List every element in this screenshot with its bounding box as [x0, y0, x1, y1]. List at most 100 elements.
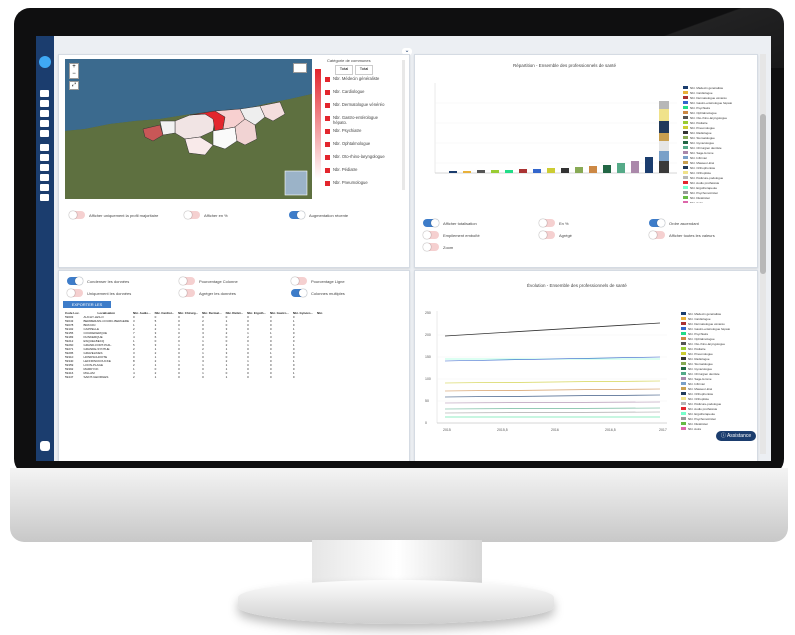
- majority-toggle[interactable]: [69, 211, 85, 219]
- sidebar-user-icon[interactable]: [40, 194, 49, 201]
- legend-label: Nbr. Psychomotricien: [688, 416, 717, 421]
- percent-toggle[interactable]: [184, 211, 200, 219]
- legend-label: Nbr. Pédicure-podologue: [688, 401, 722, 406]
- legend-swatch: [683, 166, 688, 169]
- layers-icon[interactable]: [293, 63, 307, 73]
- checkbox-icon[interactable]: [325, 129, 330, 134]
- table-opt-toggle-4[interactable]: [67, 289, 83, 297]
- table-panel: Condenser les données Uniquement les don…: [58, 270, 410, 461]
- monitor-stand-base: [238, 580, 554, 624]
- sidebar-globe-icon[interactable]: [40, 130, 49, 137]
- x-tick-label: 2016: [551, 428, 559, 432]
- col-b-button[interactable]: Total: [355, 65, 373, 75]
- y-tick-label: 0: [425, 421, 427, 425]
- zoom-controls[interactable]: + −: [69, 63, 79, 79]
- legend-swatch: [683, 201, 688, 203]
- category-label: Nbr. Oto-rhino-laryngologue: [333, 154, 385, 159]
- bar-opt-toggle-5[interactable]: [539, 231, 555, 239]
- chat-icon[interactable]: [40, 441, 50, 451]
- legend-swatch: [681, 312, 686, 315]
- table-opt-toggle-1[interactable]: [67, 277, 83, 285]
- checkbox-icon[interactable]: [325, 90, 330, 95]
- bar-opt-label-2: En %: [559, 221, 569, 226]
- sidebar-table-icon[interactable]: [40, 154, 49, 161]
- column-header[interactable]: Nbr.: [315, 311, 325, 315]
- export-data-button[interactable]: EXPORTER LES DONNÉES: [63, 301, 111, 314]
- legend-label: Nbr. Pédiatre: [688, 346, 706, 351]
- legend-label: Nbr. Pneumologue: [690, 125, 715, 130]
- legend-swatch: [681, 392, 686, 395]
- col-a-button[interactable]: Total: [335, 65, 353, 75]
- sidebar-list-icon[interactable]: [40, 174, 49, 181]
- page-scrollbar[interactable]: [760, 54, 766, 454]
- category-item[interactable]: Nbr. Pneumologue: [325, 180, 385, 194]
- legend-swatch: [683, 196, 688, 199]
- bar-opt-toggle-1[interactable]: [423, 219, 439, 227]
- checkbox-icon[interactable]: [325, 103, 330, 108]
- sidebar-grid-icon[interactable]: [40, 100, 49, 107]
- table-opt-toggle-6[interactable]: [291, 289, 307, 297]
- bar-opt-toggle-3[interactable]: [649, 219, 665, 227]
- legend-swatch: [683, 101, 688, 104]
- assistance-button[interactable]: ⓘ Assistance: [716, 431, 756, 441]
- table-cell: 0: [202, 375, 204, 379]
- table-opt-label-3: Pourcentage Ligne: [311, 279, 345, 284]
- sidebar-export-icon[interactable]: [40, 184, 49, 191]
- app-logo-icon[interactable]: [39, 56, 51, 68]
- table-cell: 0: [292, 375, 295, 379]
- legend-label: Nbr. Médecin généraliste: [690, 85, 724, 90]
- bar-opt-toggle-7[interactable]: [423, 243, 439, 251]
- legend-label: Nbr. Infirmier: [688, 381, 706, 386]
- legend-swatch: [681, 397, 686, 400]
- checkbox-icon[interactable]: [325, 155, 330, 160]
- legend-label: Nbr. Pneumologue: [688, 351, 713, 356]
- bar-opt-toggle-6[interactable]: [649, 231, 665, 239]
- checkbox-icon[interactable]: [325, 116, 330, 121]
- category-label: Nbr. Médecin généraliste: [333, 76, 380, 81]
- legend-label: Nbr. Stomatologue: [688, 361, 713, 366]
- table-opt-toggle-2[interactable]: [179, 277, 195, 285]
- data-table-wrapper: Code Loc. Localisation Nbr. Audio... Nbr. C…: [63, 311, 403, 379]
- legend-label: Nbr. Autre: [690, 200, 704, 204]
- series-line-5: [444, 388, 661, 392]
- legend-swatch: [681, 412, 686, 415]
- checkbox-icon[interactable]: [325, 77, 330, 82]
- bar-legend: Nbr. Médecin généraliste Nbr. Cardiologue…: [683, 85, 749, 203]
- legend-swatch: [683, 146, 688, 149]
- checkbox-icon[interactable]: [325, 142, 330, 147]
- sidebar-menu-icon[interactable]: [40, 90, 49, 97]
- bar-opt-toggle-2[interactable]: [539, 219, 555, 227]
- legend-item[interactable]: Nbr. Autre: [683, 200, 749, 203]
- legend-label: Nbr. Ergothérapeute: [690, 185, 718, 190]
- legend-swatch: [683, 121, 688, 124]
- table-opt-label-5: Agréger les données: [199, 291, 236, 296]
- table-cell: 59447: [65, 375, 74, 379]
- legend-swatch: [681, 357, 686, 360]
- legend-swatch: [681, 372, 686, 375]
- sidebar-calendar-icon[interactable]: [40, 164, 49, 171]
- bar-opt-toggle-4[interactable]: [423, 231, 439, 239]
- bar-opt-label-4: Empilement emboîté: [443, 233, 480, 238]
- legend-swatch: [681, 367, 686, 370]
- recent-toggle[interactable]: [289, 211, 305, 219]
- table-opt-toggle-3[interactable]: [291, 277, 307, 285]
- scrollbar[interactable]: [402, 60, 405, 190]
- legend-label: Nbr. Psychiatre: [688, 331, 709, 336]
- fullscreen-icon[interactable]: ⤢: [69, 81, 79, 90]
- table-opt-toggle-5[interactable]: [179, 289, 195, 297]
- legend-label: Nbr. Audio prothésiste: [688, 406, 718, 411]
- bar-opt-label-7: Zoom: [443, 245, 454, 250]
- legend-label: Nbr. Cardiologue: [690, 90, 713, 95]
- y-tick-label: 50: [425, 399, 429, 403]
- table-row: 59447 SAINT-GEORGES 2 1 0 0 1 0 0 0: [63, 375, 325, 379]
- map-view[interactable]: + − ⤢: [65, 59, 312, 199]
- checkbox-icon[interactable]: [325, 181, 330, 186]
- legend-swatch: [683, 91, 688, 94]
- checkbox-icon[interactable]: [325, 168, 330, 173]
- legend-swatch: [681, 342, 686, 345]
- sidebar-settings-icon[interactable]: [40, 120, 49, 127]
- x-tick-label: 2016,5: [605, 428, 616, 432]
- sidebar-map-icon[interactable]: [40, 110, 49, 117]
- legend-label: Nbr. Médecin généraliste: [688, 311, 722, 316]
- sidebar-chart-icon[interactable]: [40, 144, 49, 151]
